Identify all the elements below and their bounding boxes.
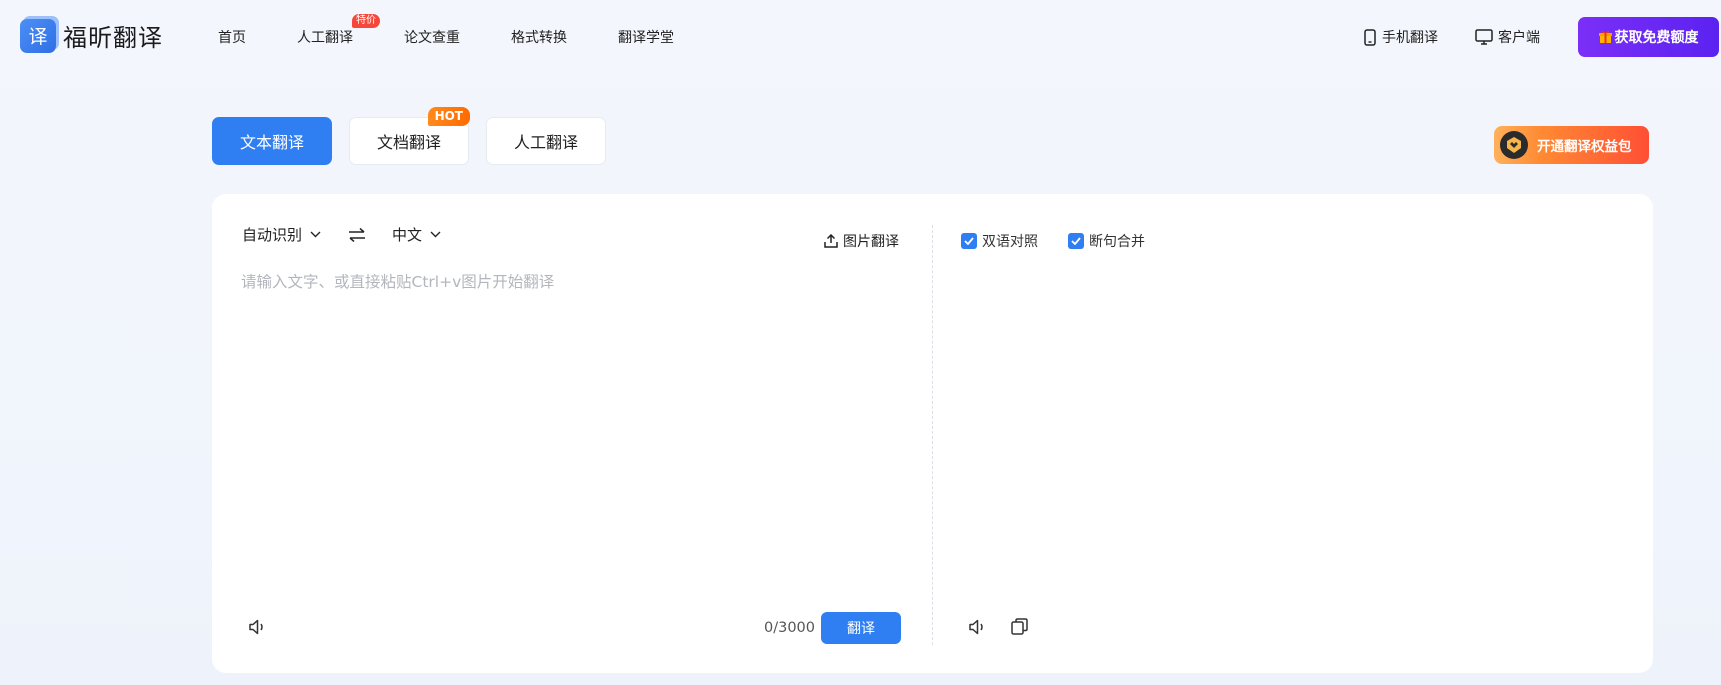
vip-shield-icon — [1500, 131, 1528, 159]
vip-benefits-button[interactable]: 开通翻译权益包 — [1494, 126, 1649, 164]
vip-benefits-label: 开通翻译权益包 — [1537, 139, 1632, 155]
logo-mark-icon: 译 — [20, 18, 56, 53]
bilingual-compare-checkbox[interactable]: 双语对照 — [961, 231, 1038, 251]
image-translate-button[interactable]: 图片翻译 — [824, 231, 899, 251]
nav-translation-academy[interactable]: 翻译学堂 — [618, 27, 674, 47]
bilingual-compare-label: 双语对照 — [982, 234, 1038, 250]
nav-human-translation-label: 人工翻译 — [297, 30, 353, 46]
header-actions: 手机翻译 客户端 获取免费额度 — [1363, 17, 1721, 57]
logo-text: 福昕翻译 — [63, 24, 163, 52]
tab-text-translation-label: 文本翻译 — [239, 133, 304, 152]
monitor-icon — [1475, 29, 1493, 45]
language-bar: 自动识别 中文 — [242, 224, 441, 245]
desktop-client-label: 客户端 — [1498, 30, 1540, 46]
phone-icon — [1364, 28, 1376, 46]
nav-human-translation[interactable]: 人工翻译 特价 — [297, 14, 380, 47]
get-free-quota-button[interactable]: 获取免费额度 — [1578, 17, 1719, 57]
top-header: 译 福昕翻译 首页 人工翻译 特价 论文查重 格式转换 翻译学堂 手机翻译 客户… — [0, 0, 1721, 74]
output-options: 双语对照 断句合并 — [961, 231, 1145, 251]
chevron-down-icon — [310, 231, 321, 238]
target-speaker-icon[interactable] — [967, 617, 987, 641]
hot-badge: HOT — [427, 107, 470, 126]
logo[interactable]: 译 福昕翻译 — [20, 18, 163, 53]
source-language-label: 自动识别 — [242, 226, 303, 244]
tab-text-translation[interactable]: 文本翻译 — [212, 117, 332, 165]
mobile-translate-label: 手机翻译 — [1382, 30, 1438, 46]
gift-icon — [1598, 31, 1612, 43]
sale-badge: 特价 — [352, 14, 380, 28]
translation-mode-tabs: 文本翻译 文档翻译 HOT 人工翻译 — [212, 107, 606, 165]
copy-icon[interactable] — [1010, 617, 1029, 640]
tab-human-translation-label: 人工翻译 — [513, 133, 578, 152]
source-text-input[interactable] — [241, 270, 911, 600]
desktop-client-link[interactable]: 客户端 — [1475, 27, 1540, 47]
nav-home[interactable]: 首页 — [218, 27, 246, 47]
source-speaker-icon[interactable] — [247, 617, 267, 641]
tab-human-translation[interactable]: 人工翻译 — [486, 117, 606, 165]
target-language-select[interactable]: 中文 — [392, 224, 441, 245]
panel-divider — [932, 225, 933, 645]
tab-document-translation-label: 文档翻译 — [376, 133, 441, 152]
chevron-down-icon — [430, 231, 441, 238]
get-free-quota-label: 获取免费额度 — [1614, 29, 1699, 45]
image-translate-label: 图片翻译 — [843, 234, 899, 250]
translate-button[interactable]: 翻译 — [821, 612, 901, 644]
main-nav: 首页 人工翻译 特价 论文查重 格式转换 翻译学堂 — [218, 14, 674, 47]
character-counter: 0/3000 — [764, 620, 816, 636]
source-language-select[interactable]: 自动识别 — [242, 224, 321, 245]
swap-languages-icon[interactable] — [348, 227, 366, 242]
mobile-translate-link[interactable]: 手机翻译 — [1363, 27, 1438, 47]
checkbox-checked-icon — [1068, 233, 1084, 249]
sentence-merge-label: 断句合并 — [1089, 234, 1145, 250]
sentence-merge-checkbox[interactable]: 断句合并 — [1068, 231, 1145, 251]
translation-panel: 自动识别 中文 图片翻译 请输入文字、或直接粘贴Ctrl+v图片开始翻译 0/3… — [212, 194, 1653, 673]
nav-plagiarism-check[interactable]: 论文查重 — [404, 27, 460, 47]
checkbox-checked-icon — [961, 233, 977, 249]
upload-icon — [824, 234, 838, 248]
tab-document-translation[interactable]: 文档翻译 HOT — [349, 107, 470, 165]
nav-format-convert[interactable]: 格式转换 — [511, 27, 567, 47]
target-language-label: 中文 — [392, 226, 423, 244]
